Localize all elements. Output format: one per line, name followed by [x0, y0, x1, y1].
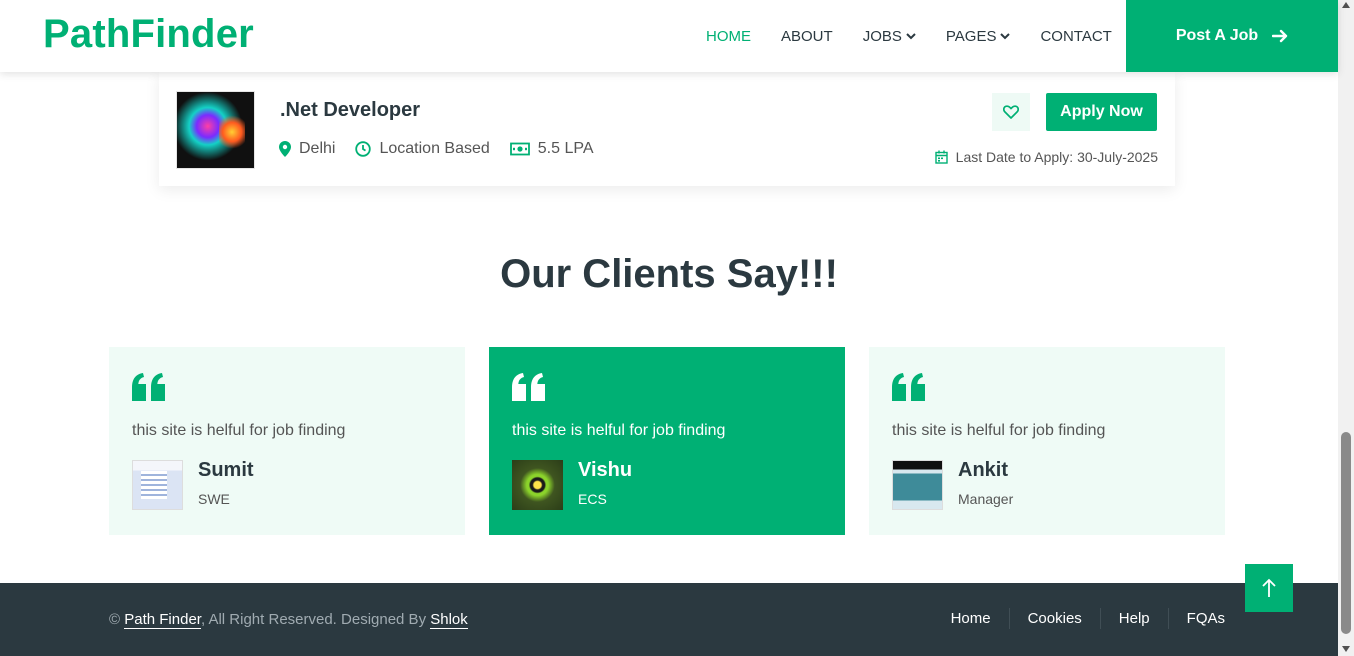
scrollbar-thumb[interactable]	[1341, 432, 1351, 634]
job-card: .Net Developer Delhi Location Based 5.5 …	[159, 72, 1175, 186]
testimonial-card: this site is helful for job finding Vish…	[489, 347, 845, 535]
scroll-down-arrow[interactable]	[1342, 646, 1350, 652]
testimonial-text: this site is helful for job finding	[132, 422, 346, 439]
footer-link-home[interactable]: Home	[933, 608, 1010, 629]
nav-about[interactable]: ABOUT	[781, 28, 833, 45]
job-title[interactable]: .Net Developer	[280, 99, 420, 122]
company-logo	[176, 91, 255, 169]
deadline-text: Last Date to Apply: 30-July-2025	[955, 149, 1158, 165]
designer-link[interactable]: Shlok	[430, 611, 468, 629]
arrow-up-icon	[1262, 578, 1276, 597]
nav-contact[interactable]: CONTACT	[1040, 28, 1111, 45]
quote-icon	[512, 373, 545, 401]
job-type-text: Location Based	[379, 140, 490, 157]
page-scrollbar[interactable]	[1338, 0, 1354, 656]
client-name: Vishu	[578, 459, 633, 481]
client-name: Ankit	[958, 459, 1008, 481]
footer-link-help[interactable]: Help	[1101, 608, 1169, 629]
footer-link-cookies[interactable]: Cookies	[1010, 608, 1101, 629]
brand-logo[interactable]: PathFinder	[43, 12, 254, 57]
testimonial-card: this site is helful for job finding Anki…	[869, 347, 1225, 535]
map-marker-icon	[279, 141, 291, 157]
scroll-up-arrow[interactable]	[1342, 2, 1350, 8]
site-link[interactable]: Path Finder	[124, 611, 201, 629]
nav-pages-label: PAGES	[945, 27, 997, 45]
testimonial-text: this site is helful for job finding	[892, 422, 1106, 439]
quote-icon	[892, 373, 925, 401]
post-job-button[interactable]: Post A Job	[1126, 0, 1338, 72]
arrow-right-icon	[1272, 29, 1288, 43]
avatar	[132, 460, 183, 510]
money-icon	[509, 142, 530, 156]
job-type: Location Based	[355, 140, 490, 158]
nav-home[interactable]: HOME	[706, 28, 751, 45]
client-name: Sumit	[198, 459, 254, 481]
job-salary: 5.5 LPA	[509, 140, 594, 158]
apply-now-button[interactable]: Apply Now	[1046, 93, 1157, 131]
application-deadline: Last Date to Apply: 30-July-2025	[934, 149, 1158, 165]
nav-jobs-dropdown[interactable]: JOBS	[863, 28, 916, 45]
favorite-button[interactable]	[992, 93, 1030, 131]
client-role: Manager	[958, 491, 1014, 507]
avatar	[892, 460, 943, 510]
copyright-symbol: ©	[109, 611, 121, 628]
job-location: Delhi	[279, 140, 335, 158]
client-role: SWE	[198, 491, 230, 507]
back-to-top-button[interactable]	[1245, 564, 1293, 612]
testimonial-text: this site is helful for job finding	[512, 422, 726, 439]
chevron-down-icon	[906, 33, 916, 40]
job-location-text: Delhi	[299, 140, 336, 157]
footer-link-fqas[interactable]: FQAs	[1169, 608, 1225, 629]
heart-icon	[1003, 105, 1019, 119]
nav-links: HOME ABOUT JOBS PAGES CONTACT	[706, 0, 1142, 72]
clock-icon	[355, 141, 372, 157]
footer: © Path Finder, All Right Reserved. Desig…	[0, 583, 1338, 656]
nav-jobs-label: JOBS	[862, 27, 902, 45]
footer-menu: Home Cookies Help FQAs	[933, 608, 1225, 629]
nav-pages-dropdown[interactable]: PAGES	[946, 28, 1011, 45]
testimonial-card: this site is helful for job finding Sumi…	[109, 347, 465, 535]
job-meta: Delhi Location Based 5.5 LPA	[279, 140, 614, 158]
testimonials-heading: Our Clients Say!!!	[500, 252, 838, 296]
quote-icon	[132, 373, 165, 401]
chevron-down-icon	[1000, 33, 1011, 40]
navbar: PathFinder HOME ABOUT JOBS PAGES CONTACT…	[0, 0, 1338, 72]
avatar	[512, 460, 563, 510]
calendar-icon	[934, 150, 948, 164]
rights-text: , All Right Reserved. Designed By	[200, 611, 427, 628]
client-role: ECS	[578, 491, 607, 507]
post-job-label: Post A Job	[1175, 27, 1259, 44]
copyright: © Path Finder, All Right Reserved. Desig…	[109, 611, 468, 629]
job-salary-text: 5.5 LPA	[537, 140, 594, 157]
